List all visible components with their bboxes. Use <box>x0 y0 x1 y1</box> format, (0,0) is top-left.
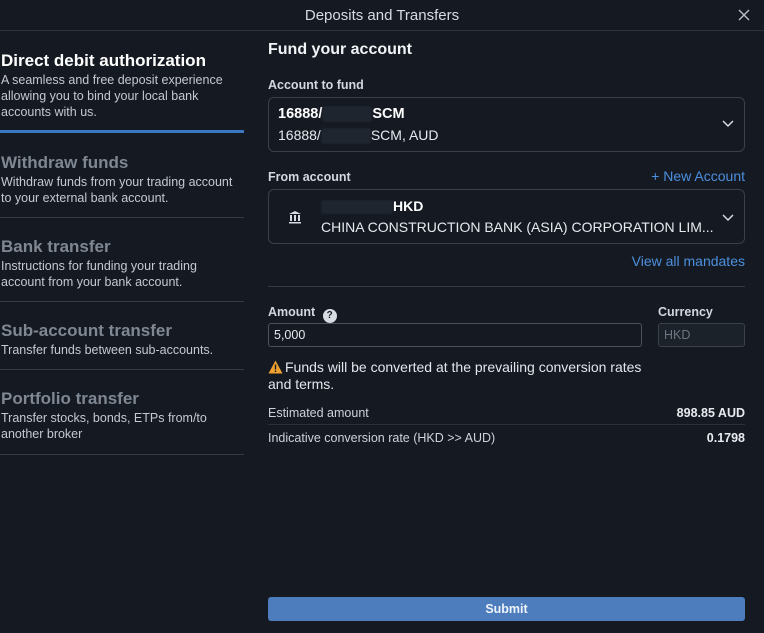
chevron-down-icon <box>722 214 734 222</box>
from-account-line-primary: HKD <box>321 198 424 215</box>
divider <box>268 286 745 287</box>
conversion-rate-label: Indicative conversion rate (HKD >> AUD) <box>268 431 496 445</box>
view-all-mandates-link[interactable]: View all mandates <box>632 253 745 269</box>
redacted-text <box>322 106 373 123</box>
currency-field: HKD <box>658 323 745 347</box>
warning-text: Funds will be converted at the prevailin… <box>268 359 642 392</box>
sidebar-item-desc: Transfer funds between sub-accounts. <box>1 343 214 357</box>
bank-name: CHINA CONSTRUCTION BANK (ASIA) CORPORATI… <box>321 219 714 235</box>
sidebar-item-title: Portfolio transfer <box>1 389 139 408</box>
bank-icon <box>289 211 301 224</box>
estimated-amount-label: Estimated amount <box>268 406 369 420</box>
sidebar-item-sub-account[interactable]: Sub-account transfer Transfer funds betw… <box>0 302 244 370</box>
conversion-rate-value: 0.1798 <box>706 431 745 445</box>
account-id-suffix: SCM, AUD <box>370 127 439 143</box>
warning-icon <box>268 360 283 374</box>
submit-button[interactable]: Submit <box>268 597 745 621</box>
new-account-link[interactable]: + New Account <box>651 168 745 184</box>
chevron-down-icon <box>722 120 734 128</box>
account-to-fund-label: Account to fund <box>268 78 364 92</box>
from-account-select[interactable]: HKD CHINA CONSTRUCTION BANK (ASIA) CORPO… <box>268 189 745 244</box>
account-line-secondary: 16888/SCM, AUD <box>278 127 439 145</box>
account-to-fund-select[interactable]: 16888/SCM 16888/SCM, AUD <box>268 97 745 152</box>
sidebar: Direct debit authorization A seamless an… <box>0 31 244 455</box>
account-line-primary: 16888/SCM <box>278 106 405 123</box>
sidebar-item-desc: A seamless and free deposit experience a… <box>1 73 223 119</box>
from-account-label: From account <box>268 170 351 184</box>
currency-label: Currency <box>658 305 713 319</box>
sidebar-item-title: Sub-account transfer <box>1 321 172 340</box>
amount-label-text: Amount <box>268 305 316 319</box>
amount-label: Amount ? <box>268 305 337 323</box>
amount-input[interactable]: 5,000 <box>268 323 642 347</box>
sidebar-item-desc: Transfer stocks, bonds, ETPs from/to ano… <box>1 411 207 441</box>
conversion-warning: Funds will be converted at the prevailin… <box>268 359 648 393</box>
close-icon <box>738 9 750 21</box>
page-title: Fund your account <box>268 41 412 58</box>
window-title: Deposits and Transfers <box>304 7 460 24</box>
sidebar-item-desc: Instructions for funding your trading ac… <box>1 259 197 289</box>
help-icon[interactable]: ? <box>322 309 337 323</box>
title-bar: Deposits and Transfers <box>0 0 764 31</box>
sidebar-item-title: Withdraw funds <box>1 153 129 172</box>
sidebar-item-withdraw[interactable]: Withdraw funds Withdraw funds from your … <box>0 133 244 218</box>
close-button[interactable] <box>734 5 754 25</box>
sidebar-item-desc: Withdraw funds from your trading account… <box>1 175 233 205</box>
sidebar-item-portfolio[interactable]: Portfolio transfer Transfer stocks, bond… <box>0 370 244 455</box>
from-account-currency: HKD <box>393 198 424 214</box>
account-id-suffix: SCM <box>372 106 405 122</box>
account-id-prefix: 16888/ <box>278 106 323 122</box>
account-id-prefix: 16888/ <box>278 127 321 143</box>
redacted-text <box>320 128 371 145</box>
sidebar-item-bank-transfer[interactable]: Bank transfer Instructions for funding y… <box>0 218 244 302</box>
sidebar-item-title: Direct debit authorization <box>1 51 206 70</box>
redacted-text <box>321 200 393 215</box>
divider <box>268 424 745 425</box>
estimated-amount-value: 898.85 AUD <box>676 406 745 420</box>
sidebar-item-title: Bank transfer <box>1 237 111 256</box>
sidebar-item-direct-debit[interactable]: Direct debit authorization A seamless an… <box>0 31 244 133</box>
